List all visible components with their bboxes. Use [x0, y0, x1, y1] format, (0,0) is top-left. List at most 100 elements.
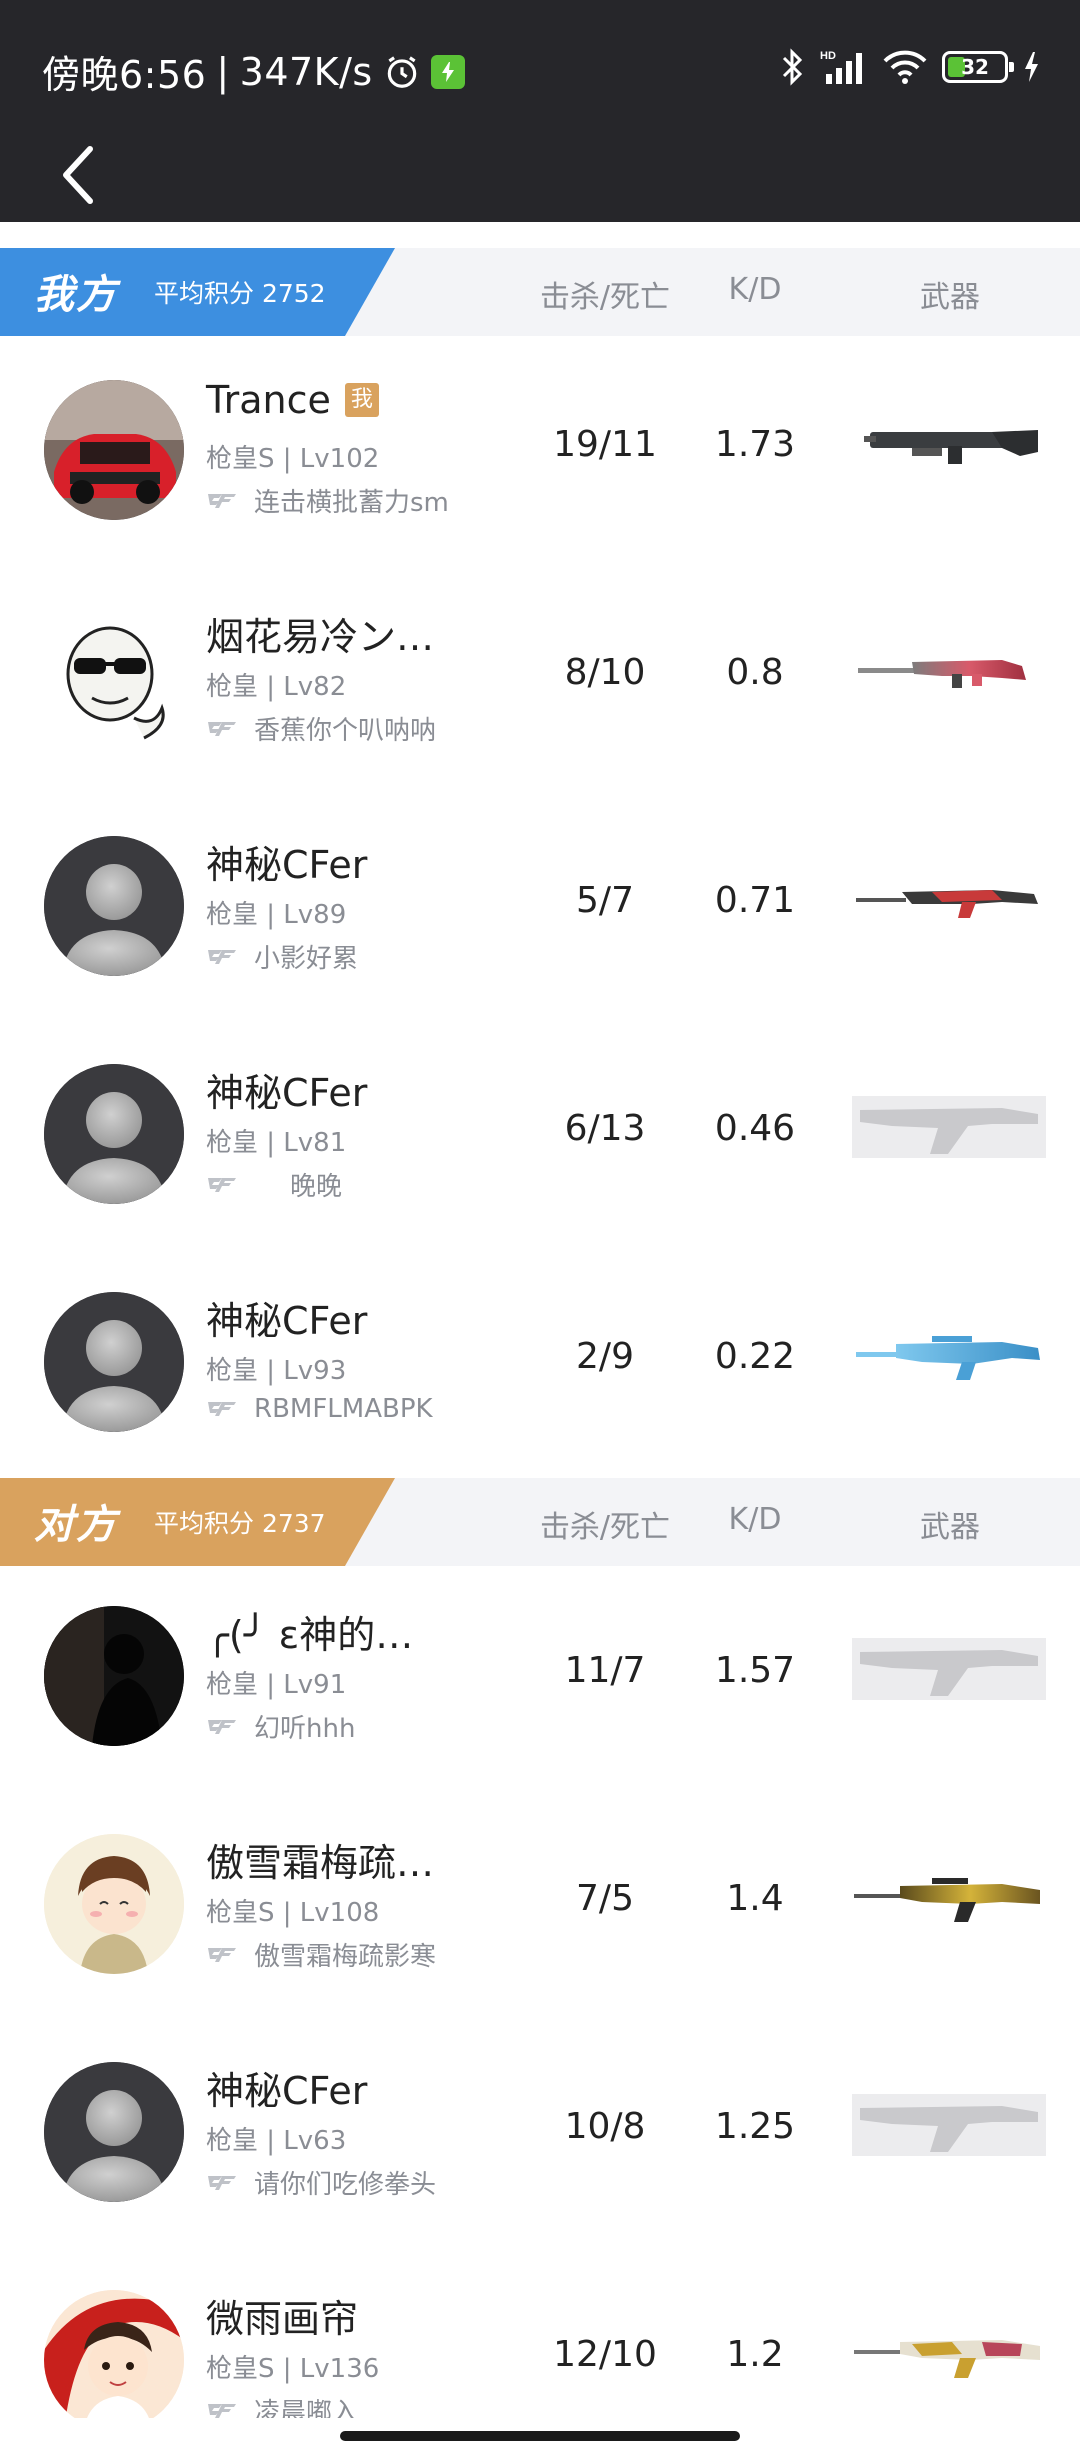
- player-name: 傲雪霜梅疏…: [206, 1841, 435, 1885]
- cf-logo-icon: [208, 1177, 236, 1192]
- player-motto: RBMFLMABPK: [206, 1394, 433, 1424]
- player-row[interactable]: 神秘CFer 枪皇 | Lv89 小影好累 5/7 0.71: [0, 796, 1080, 1024]
- weapon-rifle-blue-icon[interactable]: [852, 1324, 1046, 1386]
- avatar[interactable]: [44, 2290, 184, 2418]
- player-kills-deaths: 10/8: [564, 2106, 646, 2147]
- nav-bar: [0, 136, 1080, 222]
- avatar[interactable]: [44, 1292, 184, 1432]
- player-motto: 连击横批蓄力sm: [206, 482, 449, 519]
- player-kd-ratio: 0.46: [714, 1108, 796, 1149]
- status-bar: 傍晚6:56 | 347K/s HD 32: [0, 0, 1080, 136]
- player-motto: 香蕉你个叭呐呐: [206, 710, 436, 747]
- default-avatar-image: [44, 1064, 184, 1204]
- player-name: 烟花易冷ン…: [206, 615, 435, 659]
- svg-text:HD: HD: [820, 50, 836, 62]
- alarm-icon: [387, 55, 416, 88]
- weapon-rifle-gold-icon[interactable]: [852, 1866, 1046, 1928]
- weapon-ak-red-icon[interactable]: [852, 868, 1046, 930]
- player-name: 微雨画帘: [206, 2297, 359, 2341]
- player-kills-deaths: 6/13: [564, 1108, 646, 1149]
- player-kills-deaths: 19/11: [553, 424, 657, 465]
- dark-photo-avatar-image: [44, 1606, 184, 1746]
- weapon-rifle-red-icon[interactable]: [852, 640, 1046, 702]
- player-rank: 枪皇 | Lv81: [206, 1128, 347, 1158]
- col-kd-ratio: K/D: [728, 1502, 782, 1537]
- player-kd-ratio: 0.22: [714, 1336, 796, 1377]
- weapon-rifle-gold-ornate-icon[interactable]: [852, 2322, 1046, 2384]
- default-avatar-image: [44, 2062, 184, 2202]
- back-button[interactable]: [50, 140, 106, 210]
- player-rank: 枪皇 | Lv91: [206, 1670, 347, 1700]
- player-kills-deaths: 2/9: [576, 1336, 634, 1377]
- weapon-placeholder-icon[interactable]: [852, 2094, 1046, 2156]
- player-row[interactable]: 烟花易冷ン… 枪皇 | Lv82 香蕉你个叭呐呐 8/10 0.8: [0, 568, 1080, 796]
- wifi-icon: [883, 50, 927, 84]
- col-kills-deaths: 击杀/死亡: [539, 1510, 671, 1545]
- player-row[interactable]: 神秘CFer 枪皇 | Lv93 RBMFLMABPK 2/9 0.22: [0, 1252, 1080, 1480]
- avatar[interactable]: [44, 1834, 184, 1974]
- cf-logo-icon: [208, 1719, 236, 1734]
- col-weapon: 武器: [920, 1510, 980, 1545]
- avatar[interactable]: [44, 836, 184, 976]
- me-badge: 我: [344, 383, 379, 417]
- player-motto: 请你们吃修拳头: [206, 2164, 436, 2201]
- player-kd-ratio: 0.8: [726, 652, 784, 693]
- player-row[interactable]: ╭(╯ ε神的… 枪皇 | Lv91 幻听hhh 11/7 1.57: [0, 1566, 1080, 1794]
- player-kd-ratio: 1.2: [726, 2334, 784, 2375]
- player-name: 神秘CFer: [206, 1071, 368, 1115]
- weapon-placeholder-icon[interactable]: [852, 1638, 1046, 1700]
- player-kd-ratio: 1.25: [714, 2106, 796, 2147]
- player-kills-deaths: 5/7: [576, 880, 634, 921]
- cf-logo-icon: [208, 1947, 236, 1962]
- meme-face-avatar-image: [44, 608, 184, 748]
- player-motto: 傲雪霜梅疏影寒: [206, 1936, 436, 1973]
- cf-logo-icon: [208, 1402, 236, 1416]
- player-kills-deaths: 8/10: [564, 652, 646, 693]
- cf-logo-icon: [208, 493, 236, 508]
- player-rank: 枪皇S | Lv136: [206, 2354, 380, 2384]
- battery-level: 32: [961, 55, 989, 79]
- status-speed: 347K/s: [239, 49, 373, 94]
- player-kd-ratio: 1.73: [714, 424, 796, 465]
- status-time: 傍晚6:56: [42, 53, 207, 97]
- player-row[interactable]: 傲雪霜梅疏… 枪皇S | Lv108 傲雪霜梅疏影寒 7/5 1.4: [0, 1794, 1080, 2022]
- player-row[interactable]: Trance 我 枪皇S | Lv102 连击横批蓄力sm 19/11 1.73: [0, 340, 1080, 568]
- player-kd-ratio: 1.57: [714, 1650, 796, 1691]
- avatar[interactable]: [44, 2062, 184, 2202]
- avatar[interactable]: [44, 1606, 184, 1746]
- cf-logo-icon: [208, 2175, 236, 2190]
- player-kills-deaths: 11/7: [564, 1650, 646, 1691]
- player-kd-ratio: 0.71: [714, 880, 796, 921]
- player-rank: 枪皇 | Lv82: [206, 672, 347, 702]
- player-kills-deaths: 7/5: [576, 1878, 634, 1919]
- avatar[interactable]: [44, 1064, 184, 1204]
- status-right: HD 32: [780, 48, 1040, 86]
- player-row[interactable]: 神秘CFer 枪皇 | Lv63 请你们吃修拳头 10/8 1.25: [0, 2022, 1080, 2250]
- cf-logo-icon: [208, 2403, 236, 2418]
- chevron-left-icon: [63, 146, 93, 204]
- cartoon-girl-avatar-image: [44, 2290, 184, 2418]
- home-indicator[interactable]: [340, 2431, 740, 2441]
- player-kills-deaths: 12/10: [553, 2334, 657, 2375]
- player-motto: 幻听hhh: [206, 1708, 355, 1745]
- weapon-placeholder-icon[interactable]: [852, 1096, 1046, 1158]
- ally-team-header: 我方 平均积分 2752 击杀/死亡 K/D 武器: [0, 248, 1080, 336]
- player-row[interactable]: 神秘CFer 枪皇 | Lv81 晚晚 6/13 0.46: [0, 1024, 1080, 1252]
- player-name: 神秘CFer: [206, 843, 368, 887]
- col-weapon: 武器: [920, 280, 980, 315]
- player-motto: 凌晨嘟入: [206, 2392, 358, 2418]
- bluetooth-icon: [782, 48, 803, 86]
- player-name: 神秘CFer: [206, 2069, 368, 2113]
- enemy-team-header: 对方 平均积分 2737 击杀/死亡 K/D 武器: [0, 1478, 1080, 1566]
- default-avatar-image: [44, 836, 184, 976]
- player-rank: 枪皇S | Lv102: [206, 444, 380, 474]
- col-kd-ratio: K/D: [728, 272, 782, 307]
- player-row[interactable]: 微雨画帘 枪皇S | Lv136 凌晨嘟入 12/10 1.2: [0, 2250, 1080, 2418]
- avatar[interactable]: [44, 608, 184, 748]
- player-motto: 晚晚: [206, 1166, 342, 1203]
- player-name: ╭(╯ ε神的…: [206, 1613, 414, 1657]
- avatar[interactable]: [44, 380, 184, 520]
- weapon-shotgun-icon[interactable]: [852, 412, 1046, 474]
- enemy-avg-score: 平均积分 2737: [154, 1509, 326, 1538]
- player-rank: 枪皇S | Lv108: [206, 1898, 380, 1928]
